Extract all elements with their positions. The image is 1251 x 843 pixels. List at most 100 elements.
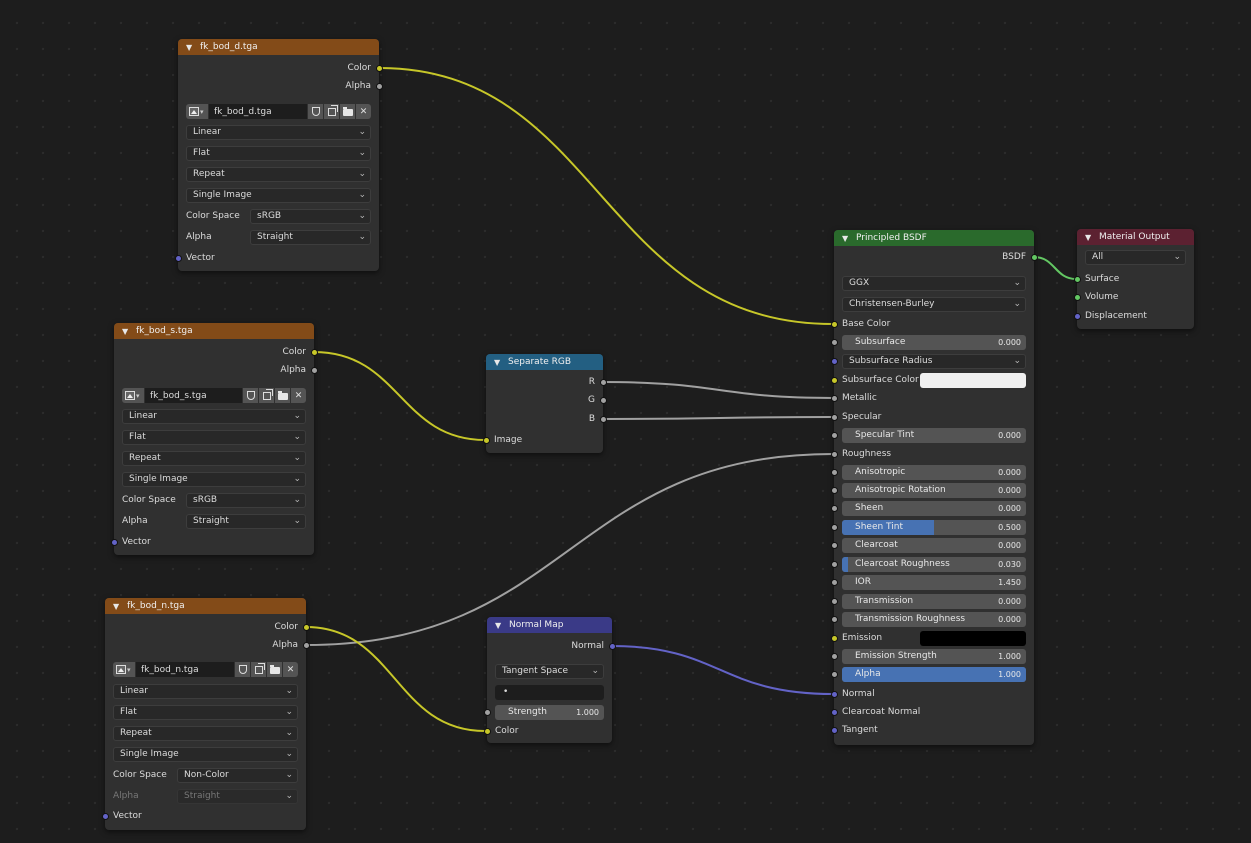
node-header[interactable]: ▼ Normal Map: [487, 617, 612, 633]
distribution-dropdown[interactable]: GGX ⌄: [842, 275, 1026, 291]
output-socket-alpha[interactable]: [310, 366, 318, 374]
output-socket-alpha[interactable]: [302, 641, 310, 649]
input-socket-vector[interactable]: [110, 538, 118, 546]
source-dropdown[interactable]: Single Image ⌄: [122, 471, 306, 487]
subsurface-color-swatch[interactable]: [920, 372, 1026, 388]
output-socket-color[interactable]: [310, 348, 318, 356]
target-dropdown[interactable]: All ⌄: [1085, 249, 1186, 265]
input-socket-volume[interactable]: [1073, 293, 1081, 301]
interpolation-dropdown[interactable]: Linear ⌄: [122, 408, 306, 424]
input-socket-alpha[interactable]: [830, 670, 838, 678]
image-browse-button[interactable]: ▾: [186, 104, 208, 119]
projection-dropdown[interactable]: Flat ⌄: [186, 145, 371, 161]
output-socket-b[interactable]: [599, 415, 607, 423]
open-image-button[interactable]: [275, 388, 290, 403]
input-socket-anisotropic[interactable]: [830, 468, 838, 476]
chevron-down-icon[interactable]: ▼: [495, 621, 505, 630]
link-bsdf-to-surface[interactable]: [1033, 256, 1077, 280]
alpha-slider[interactable]: Alpha 1.000: [842, 666, 1026, 682]
input-socket-emission[interactable]: [830, 634, 838, 642]
chevron-down-icon[interactable]: ▼: [494, 358, 504, 367]
anisotropic-slider[interactable]: Anisotropic 0.000: [842, 464, 1026, 480]
input-socket-anisotropic-rotation[interactable]: [830, 486, 838, 494]
extension-dropdown[interactable]: Repeat ⌄: [186, 166, 371, 182]
open-image-button[interactable]: [340, 104, 355, 119]
interpolation-dropdown[interactable]: Linear ⌄: [186, 124, 371, 140]
clearcoat-roughness-slider[interactable]: Clearcoat Roughness 0.030: [842, 556, 1026, 572]
link-n-color-to-normal-map-color[interactable]: [305, 626, 486, 732]
node-header[interactable]: ▼ Principled BSDF: [834, 230, 1034, 246]
image-texture-node-n[interactable]: ▼ fk_bod_n.tga Color Alpha ▾ fk_bod_n.tg…: [101, 598, 310, 830]
node-header[interactable]: ▼ Separate RGB: [486, 354, 603, 370]
link-normal-map-to-normal[interactable]: [611, 645, 834, 695]
clearcoat-slider[interactable]: Clearcoat 0.000: [842, 537, 1026, 553]
input-socket-subsurface-color[interactable]: [830, 376, 838, 384]
image-name-field[interactable]: fk_bod_n.tga: [136, 662, 234, 677]
link-s-color-to-separate-image[interactable]: [313, 351, 486, 441]
color-space-dropdown[interactable]: sRGB ⌄: [186, 492, 306, 508]
subsurface-slider[interactable]: Subsurface 0.000: [842, 334, 1026, 350]
alpha-mode-dropdown[interactable]: Straight ⌄: [186, 513, 306, 529]
fake-user-button[interactable]: [243, 388, 258, 403]
input-socket-color[interactable]: [483, 727, 491, 735]
node-header[interactable]: ▼ Material Output: [1077, 229, 1194, 245]
subsurface-method-dropdown[interactable]: Christensen-Burley ⌄: [842, 296, 1026, 312]
image-name-field[interactable]: fk_bod_d.tga: [209, 104, 307, 119]
output-socket-color[interactable]: [375, 64, 383, 72]
image-name-field[interactable]: fk_bod_s.tga: [145, 388, 242, 403]
duplicate-button[interactable]: [324, 104, 339, 119]
projection-dropdown[interactable]: Flat ⌄: [122, 429, 306, 445]
source-dropdown[interactable]: Single Image ⌄: [113, 746, 298, 762]
input-socket-clearcoat-normal[interactable]: [830, 708, 838, 716]
output-socket-r[interactable]: [599, 378, 607, 386]
duplicate-button[interactable]: [259, 388, 274, 403]
fake-user-button[interactable]: [235, 662, 250, 677]
strength-slider[interactable]: Strength 1.000: [495, 704, 604, 720]
link-d-color-to-base-color[interactable]: [378, 67, 834, 325]
input-socket-transmission[interactable]: [830, 597, 838, 605]
input-socket-subsurface[interactable]: [830, 338, 838, 346]
extension-dropdown[interactable]: Repeat ⌄: [122, 450, 306, 466]
input-socket-metallic[interactable]: [830, 394, 838, 402]
color-space-dropdown[interactable]: sRGB ⌄: [250, 208, 371, 224]
input-socket-subsurface-radius[interactable]: [830, 357, 838, 365]
fake-user-button[interactable]: [308, 104, 323, 119]
chevron-down-icon[interactable]: ▼: [186, 43, 196, 52]
transmission-roughness-slider[interactable]: Transmission Roughness 0.000: [842, 611, 1026, 627]
image-texture-node-s[interactable]: ▼ fk_bod_s.tga Color Alpha ▾ fk_bod_s.tg…: [110, 323, 318, 555]
output-socket-alpha[interactable]: [375, 82, 383, 90]
chevron-down-icon[interactable]: ▼: [842, 234, 852, 243]
input-socket-transmission-roughness[interactable]: [830, 615, 838, 623]
material-output-node[interactable]: ▼ Material Output All ⌄ Surface Volume Di…: [1073, 229, 1194, 329]
normal-map-node[interactable]: ▼ Normal Map Normal Tangent Space ⌄ • Str…: [483, 617, 616, 743]
unlink-button[interactable]: ✕: [291, 388, 306, 403]
chevron-down-icon[interactable]: ▼: [113, 602, 123, 611]
subsurface-radius-dropdown[interactable]: Subsurface Radius ⌄: [842, 353, 1026, 369]
input-socket-tangent[interactable]: [830, 726, 838, 734]
chevron-down-icon[interactable]: ▼: [1085, 233, 1095, 242]
output-socket-color[interactable]: [302, 623, 310, 631]
color-space-dropdown[interactable]: Non-Color ⌄: [177, 767, 298, 783]
node-header[interactable]: ▼ fk_bod_n.tga: [105, 598, 306, 614]
open-image-button[interactable]: [267, 662, 282, 677]
node-header[interactable]: ▼ fk_bod_d.tga: [178, 39, 379, 55]
unlink-button[interactable]: ✕: [283, 662, 298, 677]
sheen-slider[interactable]: Sheen 0.000: [842, 500, 1026, 516]
uv-map-field[interactable]: •: [495, 684, 604, 700]
input-socket-ior[interactable]: [830, 578, 838, 586]
input-socket-image[interactable]: [482, 436, 490, 444]
image-browse-button[interactable]: ▾: [122, 388, 144, 403]
ior-slider[interactable]: IOR 1.450: [842, 574, 1026, 590]
sheen-tint-slider[interactable]: Sheen Tint 0.500: [842, 519, 1026, 535]
image-texture-node-d[interactable]: ▼ fk_bod_d.tga Color Alpha ▾ fk_bod_d.tg…: [174, 39, 383, 271]
specular-tint-slider[interactable]: Specular Tint 0.000: [842, 427, 1026, 443]
extension-dropdown[interactable]: Repeat ⌄: [113, 725, 298, 741]
alpha-mode-dropdown[interactable]: Straight ⌄: [250, 229, 371, 245]
emission-color-swatch[interactable]: [920, 630, 1026, 646]
link-separate-r-to-metallic[interactable]: [602, 381, 834, 399]
input-socket-strength[interactable]: [483, 708, 491, 716]
input-socket-displacement[interactable]: [1073, 312, 1081, 320]
interpolation-dropdown[interactable]: Linear ⌄: [113, 683, 298, 699]
source-dropdown[interactable]: Single Image ⌄: [186, 187, 371, 203]
principled-bsdf-node[interactable]: ▼ Principled BSDF BSDF GGX ⌄ Christensen-…: [830, 230, 1038, 745]
